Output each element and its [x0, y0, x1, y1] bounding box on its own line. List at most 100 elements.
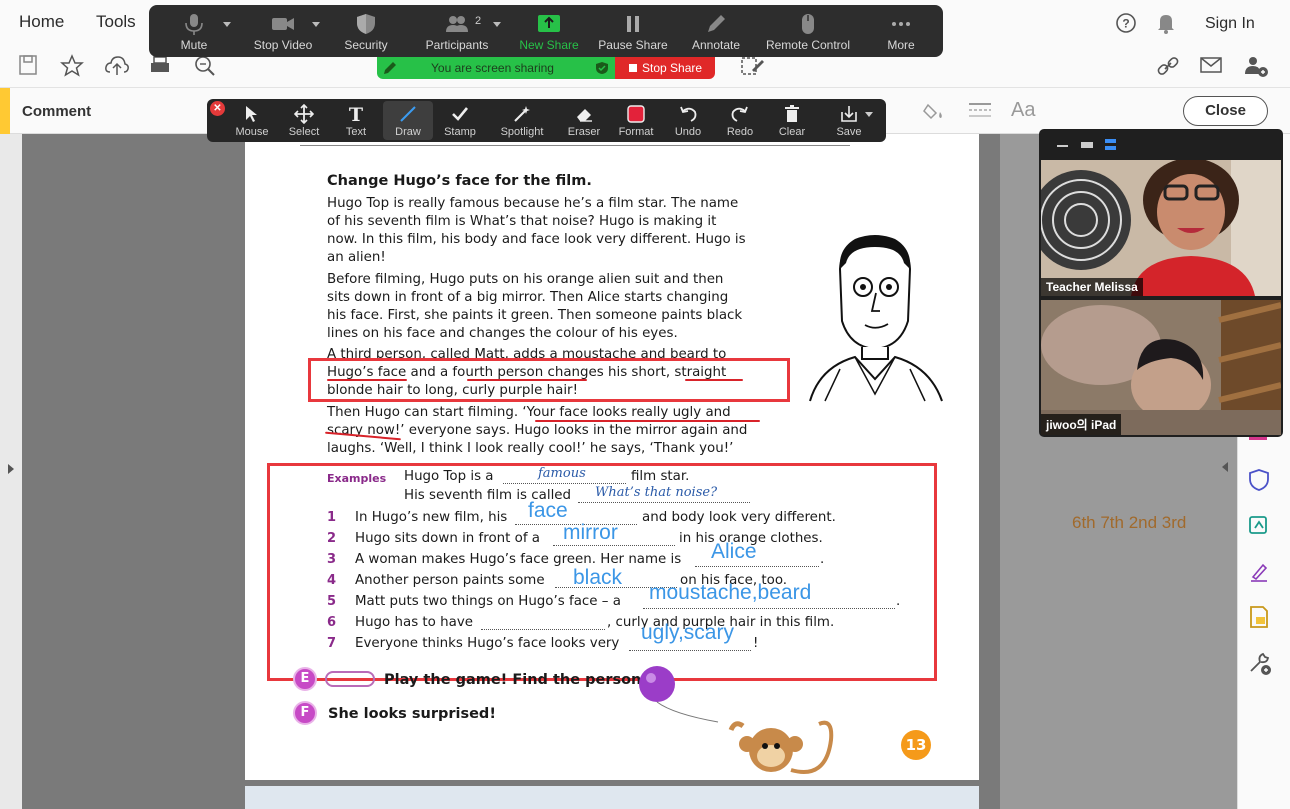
annotate-stamp-tool[interactable]: Stamp	[435, 99, 485, 142]
format-tool-label: Format	[618, 126, 654, 138]
sign-in-link[interactable]: Sign In	[1205, 15, 1255, 33]
question-text: Hugo has to have	[355, 615, 473, 630]
protect-shield-icon[interactable]	[1247, 468, 1271, 497]
annotate-format-tool[interactable]: Format	[611, 99, 661, 142]
save-tool-label: Save	[836, 126, 862, 138]
participants-options-chevron-icon[interactable]	[493, 22, 501, 27]
story-line: lines on his face and changes the colour…	[327, 326, 678, 341]
answer-blank	[553, 545, 675, 546]
remote-control-button[interactable]: Remote Control	[758, 5, 858, 57]
pause-icon	[627, 16, 639, 32]
annotate-spotlight-tool[interactable]: Spotlight	[497, 99, 547, 142]
more-dots-icon	[892, 22, 910, 26]
email-icon[interactable]	[1199, 54, 1223, 81]
game-tag-icon	[325, 671, 375, 687]
menu-tools[interactable]: Tools	[96, 12, 136, 32]
gallery-view-icon[interactable]	[1105, 139, 1116, 143]
edit-sign-icon[interactable]	[740, 54, 766, 83]
stop-share-label[interactable]: Stop Share	[642, 61, 702, 75]
examples-label: Examples	[327, 472, 387, 485]
fill-sign-icon[interactable]	[1247, 561, 1271, 590]
annotate-button[interactable]: Annotate	[681, 5, 751, 57]
close-comment-button[interactable]: Close	[1183, 96, 1268, 126]
question-number: 6	[327, 615, 337, 630]
line-weight-icon[interactable]	[967, 101, 993, 126]
section-e-title: Play the game! Find the person.	[384, 672, 647, 688]
save-disk-icon[interactable]	[18, 54, 38, 81]
text-properties-icon[interactable]: Aa	[1011, 99, 1035, 122]
annotate-save-tool[interactable]: Save	[824, 99, 874, 142]
link-icon[interactable]	[1155, 54, 1181, 83]
question-text-end: and body look very different.	[642, 510, 836, 525]
redo-tool-label: Redo	[726, 126, 754, 138]
annotation-underline	[327, 379, 407, 381]
question-number: 7	[327, 636, 337, 651]
minimize-video-icon[interactable]	[1057, 145, 1068, 147]
add-user-icon[interactable]	[1243, 54, 1269, 83]
comment-note-icon[interactable]	[1247, 605, 1271, 634]
annotate-label: Annotate	[691, 38, 741, 52]
notification-bell-icon[interactable]	[1156, 12, 1176, 39]
save-download-icon	[841, 106, 857, 122]
question-text: Another person paints some	[355, 573, 545, 588]
expand-left-icon[interactable]	[8, 464, 14, 474]
save-options-chevron-icon[interactable]	[865, 112, 873, 117]
print-icon[interactable]	[148, 54, 172, 83]
section-f-title: She looks surprised!	[328, 706, 496, 722]
video-tile-student[interactable]: jiwoo의 iPad	[1041, 300, 1281, 435]
left-panel-collapsed[interactable]	[0, 134, 22, 809]
annotate-mouse-tool[interactable]: Mouse	[227, 99, 277, 142]
participant-name-teacher: Teacher Melissa	[1041, 278, 1143, 296]
cloud-upload-icon[interactable]	[104, 54, 130, 83]
annotate-draw-tool[interactable]: Draw	[383, 99, 433, 142]
annotate-clear-tool[interactable]: Clear	[767, 99, 817, 142]
question-text: A woman makes Hugo’s face green. Her nam…	[355, 552, 682, 567]
question-number: 1	[327, 510, 337, 525]
annotate-select-tool[interactable]: Select	[279, 99, 329, 142]
spotlight-tool-label: Spotlight	[500, 126, 544, 138]
undo-icon	[680, 106, 697, 122]
move-arrows-icon	[294, 104, 314, 124]
zoom-search-icon[interactable]	[193, 54, 217, 83]
typed-answer: ugly,scary	[641, 621, 734, 644]
shield-check-icon	[596, 62, 608, 74]
new-share-label: New Share	[519, 38, 579, 52]
new-share-button[interactable]: New Share	[511, 5, 587, 57]
answer-blank	[503, 483, 626, 484]
story-line: his face. First, she paints it green. Th…	[327, 308, 743, 323]
monkey-illustration	[728, 720, 834, 774]
fill-color-icon[interactable]	[922, 99, 948, 128]
more-button[interactable]: More	[871, 5, 931, 57]
question-text-end: .	[896, 594, 901, 609]
menu-home[interactable]: Home	[19, 12, 64, 32]
pause-share-button[interactable]: Pause Share	[595, 5, 671, 57]
teacher-video-feed	[1041, 160, 1281, 296]
question-number: 5	[327, 594, 337, 609]
story-line: laughs. ‘Well, I think I look really coo…	[327, 441, 734, 456]
more-tools-wrench-icon[interactable]	[1247, 651, 1273, 682]
annotate-eraser-tool[interactable]: Eraser	[559, 99, 609, 142]
video-tile-teacher[interactable]: Teacher Melissa	[1041, 160, 1281, 296]
question-number: 3	[327, 552, 337, 567]
help-icon[interactable]: ?	[1115, 12, 1137, 39]
close-annotation-icon[interactable]: ✕	[210, 101, 225, 116]
security-button[interactable]: Security	[334, 5, 398, 57]
collapse-right-panel-icon[interactable]	[1222, 462, 1228, 472]
video-options-chevron-icon[interactable]	[312, 22, 320, 27]
pencil-icon[interactable]	[382, 60, 398, 76]
participants-button[interactable]: Participants	[417, 5, 497, 57]
audio-options-chevron-icon[interactable]	[223, 22, 231, 27]
typed-answer: black	[573, 566, 623, 589]
speaker-view-icon[interactable]	[1081, 142, 1093, 148]
annotate-undo-tool[interactable]: Undo	[663, 99, 713, 142]
story-line: Hugo Top is really famous because he’s a…	[327, 196, 739, 211]
mute-button[interactable]: Mute	[159, 5, 229, 57]
stop-video-button[interactable]: Stop Video	[244, 5, 322, 57]
annotate-text-tool[interactable]: T Text	[331, 99, 381, 142]
export-pdf-icon[interactable]	[1247, 513, 1271, 542]
draw-line-icon	[400, 106, 416, 122]
story-line: sits down in front of a big mirror. Then…	[327, 290, 729, 305]
annotate-redo-tool[interactable]: Redo	[715, 99, 765, 142]
participants-icon	[446, 16, 468, 32]
bookmark-star-icon[interactable]	[60, 54, 84, 83]
